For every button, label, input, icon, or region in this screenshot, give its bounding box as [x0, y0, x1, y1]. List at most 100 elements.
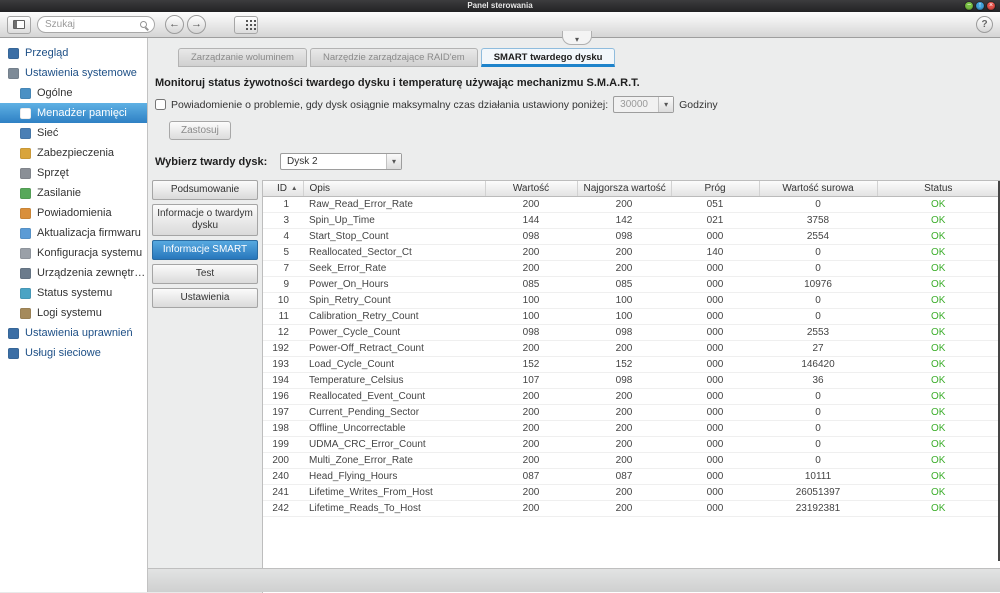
cell-status: OK [877, 292, 1000, 309]
cell-prog: 000 [671, 420, 759, 437]
column-header-najgorsza-wartosc[interactable]: Najgorsza wartość [577, 181, 672, 197]
sort-asc-icon [287, 183, 297, 194]
sidebar-item-zasilanie[interactable]: Zasilanie [0, 183, 147, 203]
cell-wartosc: 087 [485, 468, 577, 485]
cell-status: OK [877, 308, 1000, 325]
column-header-wartosc[interactable]: Wartość [485, 181, 578, 197]
table-row[interactable]: 199 UDMA_CRC_Error_Count 200 200 000 0 OK [263, 436, 1000, 453]
network-services-icon [8, 347, 19, 359]
smart-panel: Monitoruj status żywotności twardego dys… [148, 67, 1000, 593]
table-row[interactable]: 194 Temperature_Celsius 107 098 000 36 OK [263, 372, 1000, 389]
sidebar-item-aktualizacja-firmwaru[interactable]: Aktualizacja firmwaru [0, 223, 147, 243]
column-header-prog[interactable]: Próg [671, 181, 760, 197]
window-close-button[interactable] [987, 2, 995, 10]
forward-button[interactable] [187, 15, 206, 34]
column-header-opis[interactable]: Opis [303, 181, 486, 197]
sidebar-item-przeglad[interactable]: Przegląd [0, 43, 147, 63]
storage-manager-icon [20, 107, 31, 119]
sidebar-item-ustawienia-uprawnien[interactable]: Ustawienia uprawnień [0, 323, 147, 343]
cell-prog: 000 [671, 372, 759, 389]
cell-najgorsza-wartosc: 200 [577, 196, 671, 213]
back-button[interactable] [165, 15, 184, 34]
cell-prog: 000 [671, 468, 759, 485]
notifications-icon [20, 207, 31, 219]
cell-prog: 000 [671, 436, 759, 453]
tab-narzedzie-zarzadzajace-raid-em[interactable]: Narzędzie zarządzające RAID'em [309, 48, 478, 67]
workspace: Przegląd Ustawienia systemowe Ogólne Menadż… [0, 31, 1000, 593]
help-button[interactable]: ? [976, 16, 993, 33]
sidebar-item-status-systemu[interactable]: Status systemu [0, 283, 147, 303]
cell-prog: 000 [671, 388, 759, 405]
subtab-test[interactable]: Test [152, 264, 258, 284]
sidebar-toggle-icon [13, 20, 25, 29]
column-header-status[interactable]: Status [877, 181, 1000, 197]
subtab-informacje-smart[interactable]: Informacje SMART [152, 240, 258, 260]
table-row[interactable]: 9 Power_On_Hours 085 085 000 10976 OK [263, 276, 1000, 293]
table-row[interactable]: 4 Start_Stop_Count 098 098 000 2554 OK [263, 228, 1000, 245]
sidebar-item-logi-systemu[interactable]: Logi systemu [0, 303, 147, 323]
tab-smart-twardego-dysku[interactable]: SMART twardego dysku [480, 48, 616, 67]
subtab-podsumowanie[interactable]: Podsumowanie [152, 180, 258, 200]
window-minimize-button[interactable] [965, 2, 973, 10]
cell-status: OK [877, 340, 1000, 357]
sidebar-item-siec[interactable]: Sieć [0, 123, 147, 143]
search-input[interactable] [45, 19, 140, 30]
notify-checkbox[interactable] [155, 99, 166, 110]
table-row[interactable]: 12 Power_Cycle_Count 098 098 000 2553 OK [263, 324, 1000, 341]
back-icon [169, 19, 180, 30]
column-header-wartosc-surowa[interactable]: Wartość surowa [759, 181, 878, 197]
apps-grid-button[interactable] [234, 15, 258, 34]
sidebar-item-menadzer-pamieci[interactable]: Menadżer pamięci [0, 103, 147, 123]
chevron-down-icon [386, 154, 401, 169]
tab-zarzadzanie-woluminem[interactable]: Zarządzanie woluminem [178, 48, 307, 67]
table-row[interactable]: 200 Multi_Zone_Error_Rate 200 200 000 0 OK [263, 452, 1000, 469]
cell-wartosc-surowa: 23192381 [759, 500, 877, 517]
cell-opis: Power-Off_Retract_Count [303, 340, 485, 357]
table-row[interactable]: 1 Raw_Read_Error_Rate 200 200 051 0 OK [263, 196, 1000, 213]
collapse-panel-button[interactable] [562, 31, 592, 45]
cell-wartosc-surowa: 3758 [759, 212, 877, 229]
cell-status: OK [877, 500, 1000, 517]
hours-select[interactable]: 30000 [613, 96, 675, 113]
sidebar-item-sprzet[interactable]: Sprzęt [0, 163, 147, 183]
sidebar-item-zabezpieczenia[interactable]: Zabezpieczenia [0, 143, 147, 163]
sidebar-item-ogolne[interactable]: Ogólne [0, 83, 147, 103]
sidebar-item-uslugi-sieciowe[interactable]: Usługi sieciowe [0, 343, 147, 363]
sidebar-toggle-button[interactable] [7, 15, 31, 34]
disk-select[interactable]: Dysk 2 [280, 153, 402, 170]
sidebar-item-label: Ustawienia uprawnień [25, 327, 133, 339]
table-row[interactable]: 192 Power-Off_Retract_Count 200 200 000 27 OK [263, 340, 1000, 357]
table-row[interactable]: 7 Seek_Error_Rate 200 200 000 0 OK [263, 260, 1000, 277]
table-row[interactable]: 5 Reallocated_Sector_Ct 200 200 140 0 OK [263, 244, 1000, 261]
table-row[interactable]: 242 Lifetime_Reads_To_Host 200 200 000 231923… [263, 500, 1000, 517]
table-row[interactable]: 197 Current_Pending_Sector 200 200 000 0 OK [263, 404, 1000, 421]
subtab-ustawienia[interactable]: Ustawienia [152, 288, 258, 308]
table-row[interactable]: 196 Reallocated_Event_Count 200 200 000 0 OK [263, 388, 1000, 405]
table-row[interactable]: 240 Head_Flying_Hours 087 087 000 10111 OK [263, 468, 1000, 485]
table-row[interactable]: 11 Calibration_Retry_Count 100 100 000 0 OK [263, 308, 1000, 325]
table-row[interactable]: 193 Load_Cycle_Count 152 152 000 146420 OK [263, 356, 1000, 373]
search-box[interactable] [37, 16, 155, 33]
sidebar-item-powiadomienia[interactable]: Powiadomienia [0, 203, 147, 223]
table-row[interactable]: 3 Spin_Up_Time 144 142 021 3758 OK [263, 212, 1000, 229]
table-row[interactable]: 198 Offline_Uncorrectable 200 200 000 0 OK [263, 420, 1000, 437]
cell-wartosc: 200 [485, 500, 577, 517]
cell-najgorsza-wartosc: 200 [577, 244, 671, 261]
hours-select-value: 30000 [620, 99, 648, 110]
sidebar-item-konfiguracja-systemu[interactable]: Konfiguracja systemu [0, 243, 147, 263]
sidebar-item-ustawienia-systemowe[interactable]: Ustawienia systemowe [0, 63, 147, 83]
table-row[interactable]: 10 Spin_Retry_Count 100 100 000 0 OK [263, 292, 1000, 309]
window-maximize-button[interactable] [976, 2, 984, 10]
history-nav [165, 15, 206, 34]
cell-najgorsza-wartosc: 087 [577, 468, 671, 485]
cell-prog: 140 [671, 244, 759, 261]
cell-prog: 000 [671, 356, 759, 373]
table-row[interactable]: 241 Lifetime_Writes_From_Host 200 200 000 260… [263, 484, 1000, 501]
table-header-row: IDOpisWartośćNajgorsza wartośćPrógWartoś… [263, 181, 1000, 197]
subtab-informacje-o-twardym-dysku[interactable]: Informacje o twardym dysku [152, 204, 258, 236]
column-header-id[interactable]: ID [263, 181, 304, 197]
cell-wartosc-surowa: 27 [759, 340, 877, 357]
status-bar [148, 568, 1000, 592]
sidebar-item-urzadzenia-zewnetrzne[interactable]: Urządzenia zewnętrzne [0, 263, 147, 283]
apply-button[interactable]: Zastosuj [169, 121, 231, 140]
